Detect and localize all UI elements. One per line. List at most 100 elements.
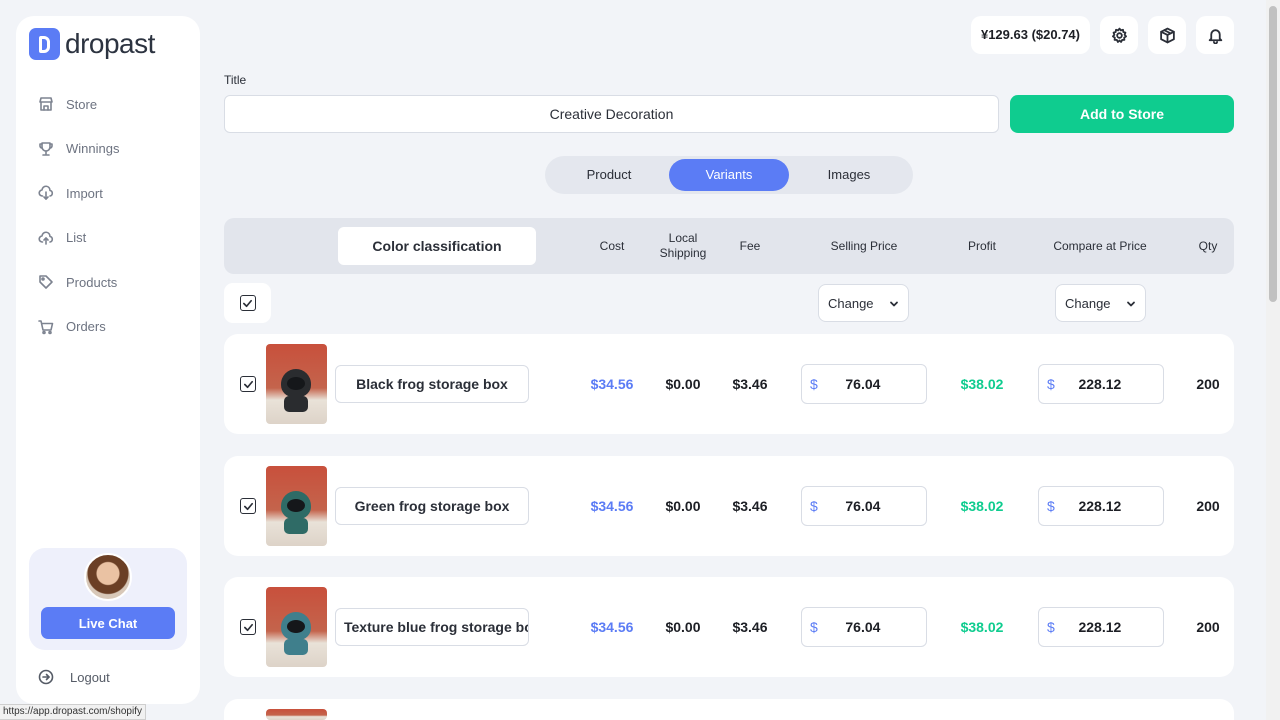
profit-value: $38.02 (960, 498, 1004, 514)
qty-header: Qty (1198, 238, 1218, 253)
fee-value: $3.46 (732, 619, 768, 635)
frog-mouth (287, 377, 305, 390)
cost-value: $34.56 (590, 376, 634, 392)
sidebar-item-list[interactable]: List (38, 216, 178, 261)
cost-value: $34.56 (590, 619, 634, 635)
currency-symbol: $ (1047, 376, 1055, 392)
compare-price-input[interactable]: $228.12 (1038, 364, 1164, 404)
compare-price-input[interactable]: $228.12 (1038, 486, 1164, 526)
selling-price-change-select[interactable]: Change (818, 284, 909, 322)
store-icon (39, 97, 53, 112)
table-row (224, 699, 1234, 720)
vertical-scrollbar[interactable] (1266, 0, 1280, 720)
shipping-value: $0.00 (665, 498, 701, 514)
compare-price-change-select[interactable]: Change (1055, 284, 1146, 322)
currency-symbol: $ (1047, 498, 1055, 514)
change-select-label: Change (1065, 295, 1111, 311)
profit-header: Profit (967, 238, 996, 253)
table-row: Texture blue frog storage box $34.56 $0.… (224, 577, 1234, 677)
product-thumbnail[interactable] (266, 344, 327, 424)
tab-product[interactable]: Product (549, 159, 669, 191)
fee-value: $3.46 (732, 498, 768, 514)
sidebar-item-label: Winnings (66, 141, 120, 157)
tab-variants[interactable]: Variants (669, 159, 789, 191)
sidebar-item-orders[interactable]: Orders (38, 305, 178, 350)
selling-price-value: 76.04 (845, 619, 881, 635)
live-chat-card: Live Chat (29, 548, 187, 650)
product-thumbnail[interactable] (266, 709, 327, 720)
local-shipping-header: Local Shipping (659, 231, 707, 260)
product-thumbnail[interactable] (266, 466, 327, 546)
currency-symbol: $ (810, 498, 818, 514)
sidebar-item-winnings[interactable]: Winnings (38, 127, 178, 172)
avatar (84, 553, 132, 601)
selling-price-input[interactable]: $76.04 (801, 607, 927, 647)
logout-button[interactable]: Logout (38, 669, 110, 685)
selling-price-header: Selling Price (830, 238, 898, 253)
variant-name-input[interactable]: Black frog storage box (335, 365, 529, 403)
compare-price-input[interactable]: $228.12 (1038, 607, 1164, 647)
table-row: Green frog storage box $34.56 $0.00 $3.4… (224, 456, 1234, 556)
sidebar: dropast Store Winnings Import List Produ… (16, 16, 200, 704)
box-icon (1159, 27, 1175, 43)
compare-price-value: 228.12 (1078, 619, 1122, 635)
cloud-download-icon (38, 185, 54, 201)
selling-price-input[interactable]: $76.04 (801, 364, 927, 404)
title-label: Title (224, 73, 247, 87)
product-thumbnail[interactable] (266, 587, 327, 667)
sidebar-item-products[interactable]: Products (38, 260, 178, 305)
sidebar-item-label: Orders (66, 319, 106, 335)
select-all-cell (224, 283, 271, 323)
sidebar-item-label: Store (66, 96, 98, 112)
variant-name-input[interactable]: Texture blue frog storage box (335, 608, 529, 646)
sidebar-nav: Store Winnings Import List Products Orde… (38, 82, 178, 349)
title-input[interactable] (224, 95, 999, 133)
frog-mouth (287, 620, 305, 633)
cloud-upload-icon (38, 231, 54, 245)
sidebar-item-store[interactable]: Store (38, 82, 178, 127)
selling-price-value: 76.04 (845, 498, 881, 514)
status-bar-url: https://app.dropast.com/shopify (0, 704, 146, 720)
fee-value: $3.46 (732, 376, 768, 392)
selling-price-input[interactable]: $76.04 (801, 486, 927, 526)
add-to-store-button[interactable]: Add to Store (1010, 95, 1234, 133)
variants-table-header: Color classification Cost Local Shipping… (224, 218, 1234, 274)
color-classification-header[interactable]: Color classification (338, 227, 536, 265)
row-checkbox[interactable] (240, 619, 256, 635)
sidebar-item-import[interactable]: Import (38, 171, 178, 216)
logo[interactable]: dropast (29, 28, 155, 60)
notifications-button[interactable] (1196, 16, 1234, 54)
scrollbar-thumb[interactable] (1269, 6, 1277, 302)
checkmark-icon (243, 299, 252, 307)
profit-value: $38.02 (960, 376, 1004, 392)
settings-button[interactable] (1100, 16, 1138, 54)
cart-icon (38, 319, 54, 335)
checkmark-icon (243, 623, 253, 631)
variant-name-input[interactable]: Green frog storage box (335, 487, 529, 525)
select-all-checkbox[interactable] (239, 295, 256, 311)
sidebar-item-label: List (66, 230, 87, 246)
live-chat-button[interactable]: Live Chat (41, 607, 175, 639)
chevron-down-icon (890, 301, 898, 307)
tab-images[interactable]: Images (789, 159, 909, 191)
selling-price-value: 76.04 (845, 376, 881, 392)
trophy-icon (39, 141, 53, 156)
balance-display[interactable]: ¥129.63 ($20.74) (970, 16, 1090, 54)
compare-price-value: 228.12 (1078, 376, 1122, 392)
cost-header: Cost (599, 238, 625, 253)
package-button[interactable] (1148, 16, 1186, 54)
currency-symbol: $ (1047, 619, 1055, 635)
currency-symbol: $ (810, 619, 818, 635)
gear-icon (1111, 27, 1127, 43)
logo-text: dropast (65, 28, 155, 59)
compare-price-value: 228.12 (1078, 498, 1122, 514)
checkmark-icon (243, 502, 253, 510)
tab-bar: Product Variants Images (545, 156, 913, 194)
sidebar-item-label: Products (66, 274, 118, 290)
sidebar-item-label: Import (66, 185, 103, 201)
row-checkbox[interactable] (240, 376, 256, 392)
logo-mark-icon (29, 28, 60, 60)
row-checkbox[interactable] (240, 498, 256, 514)
checkmark-icon (243, 380, 253, 388)
tag-icon (39, 275, 53, 290)
